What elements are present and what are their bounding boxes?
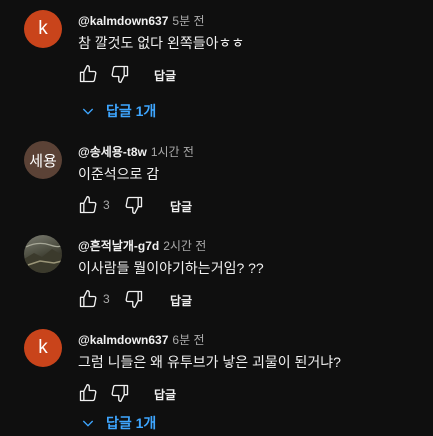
reply-button[interactable]: 답글	[154, 386, 176, 403]
replies-toggle-label: 답글 1개	[106, 103, 157, 119]
thumb-up-icon[interactable]	[78, 64, 98, 84]
comment-header: @흔적날개-g7d 2시간 전	[78, 237, 206, 254]
author-name[interactable]: @흔적날개-g7d	[78, 239, 159, 253]
comment-header: @kalmdown637 6분 전	[78, 331, 205, 348]
comment-actions: 답글	[78, 64, 278, 84]
reply-button[interactable]: 답글	[154, 67, 176, 84]
comment-item: k @kalmdown637 5분 전 참 깔것도 없다 왼쪽들아ㅎㅎ 답글 답글…	[0, 10, 433, 120]
comment-time[interactable]: 5분 전	[172, 14, 204, 28]
avatar[interactable]	[24, 235, 62, 273]
comment-actions: 답글	[78, 383, 278, 403]
comment-time[interactable]: 1시간 전	[151, 145, 194, 159]
comment-item: k @kalmdown637 6분 전 그럼 니들은 왜 유투브가 낳은 괴물이 …	[0, 329, 433, 436]
thumb-down-icon[interactable]	[110, 64, 130, 84]
thumb-down-icon[interactable]	[124, 195, 144, 215]
comment-header: @송세용-t8w 1시간 전	[78, 143, 194, 160]
author-name[interactable]: @kalmdown637	[78, 14, 168, 28]
comment-text: 이사람들 뭘이야기하는거임? ??	[78, 260, 264, 276]
comment-text: 이준석으로 감	[78, 166, 160, 182]
comment-actions: 3 답글	[78, 195, 278, 215]
replies-toggle[interactable]: 답글 1개	[80, 100, 156, 122]
chevron-down-icon	[82, 108, 94, 115]
replies-toggle-label: 답글 1개	[106, 415, 157, 431]
thumb-down-icon[interactable]	[110, 383, 130, 403]
avatar-image	[24, 242, 62, 273]
comment-header: @kalmdown637 5분 전	[78, 12, 205, 29]
author-name[interactable]: @kalmdown637	[78, 333, 168, 347]
reply-button[interactable]: 답글	[170, 292, 192, 309]
comment-text: 참 깔것도 없다 왼쪽들아ㅎㅎ	[78, 35, 245, 51]
comment-actions: 3 답글	[78, 289, 278, 309]
like-count: 3	[103, 292, 110, 306]
reply-button[interactable]: 답글	[170, 198, 192, 215]
like-count: 3	[103, 198, 110, 212]
comment-item: 세용 @송세용-t8w 1시간 전 이준석으로 감 3 답글	[0, 141, 433, 221]
chevron-down-icon	[82, 420, 94, 427]
thumb-down-icon[interactable]	[124, 289, 144, 309]
avatar[interactable]: k	[24, 329, 62, 367]
comment-time[interactable]: 2시간 전	[163, 239, 206, 253]
avatar[interactable]: 세용	[24, 141, 62, 179]
comment-text: 그럼 니들은 왜 유투브가 낳은 괴물이 된거냐?	[78, 354, 341, 370]
comment-time[interactable]: 6분 전	[172, 333, 204, 347]
thumb-up-icon[interactable]	[78, 383, 98, 403]
author-name[interactable]: @송세용-t8w	[78, 145, 147, 159]
thumb-up-icon[interactable]	[78, 289, 98, 309]
replies-toggle[interactable]: 답글 1개	[80, 412, 156, 434]
thumb-up-icon[interactable]	[78, 195, 98, 215]
avatar[interactable]: k	[24, 10, 62, 48]
comment-item: @흔적날개-g7d 2시간 전 이사람들 뭘이야기하는거임? ?? 3 답글	[0, 235, 433, 315]
